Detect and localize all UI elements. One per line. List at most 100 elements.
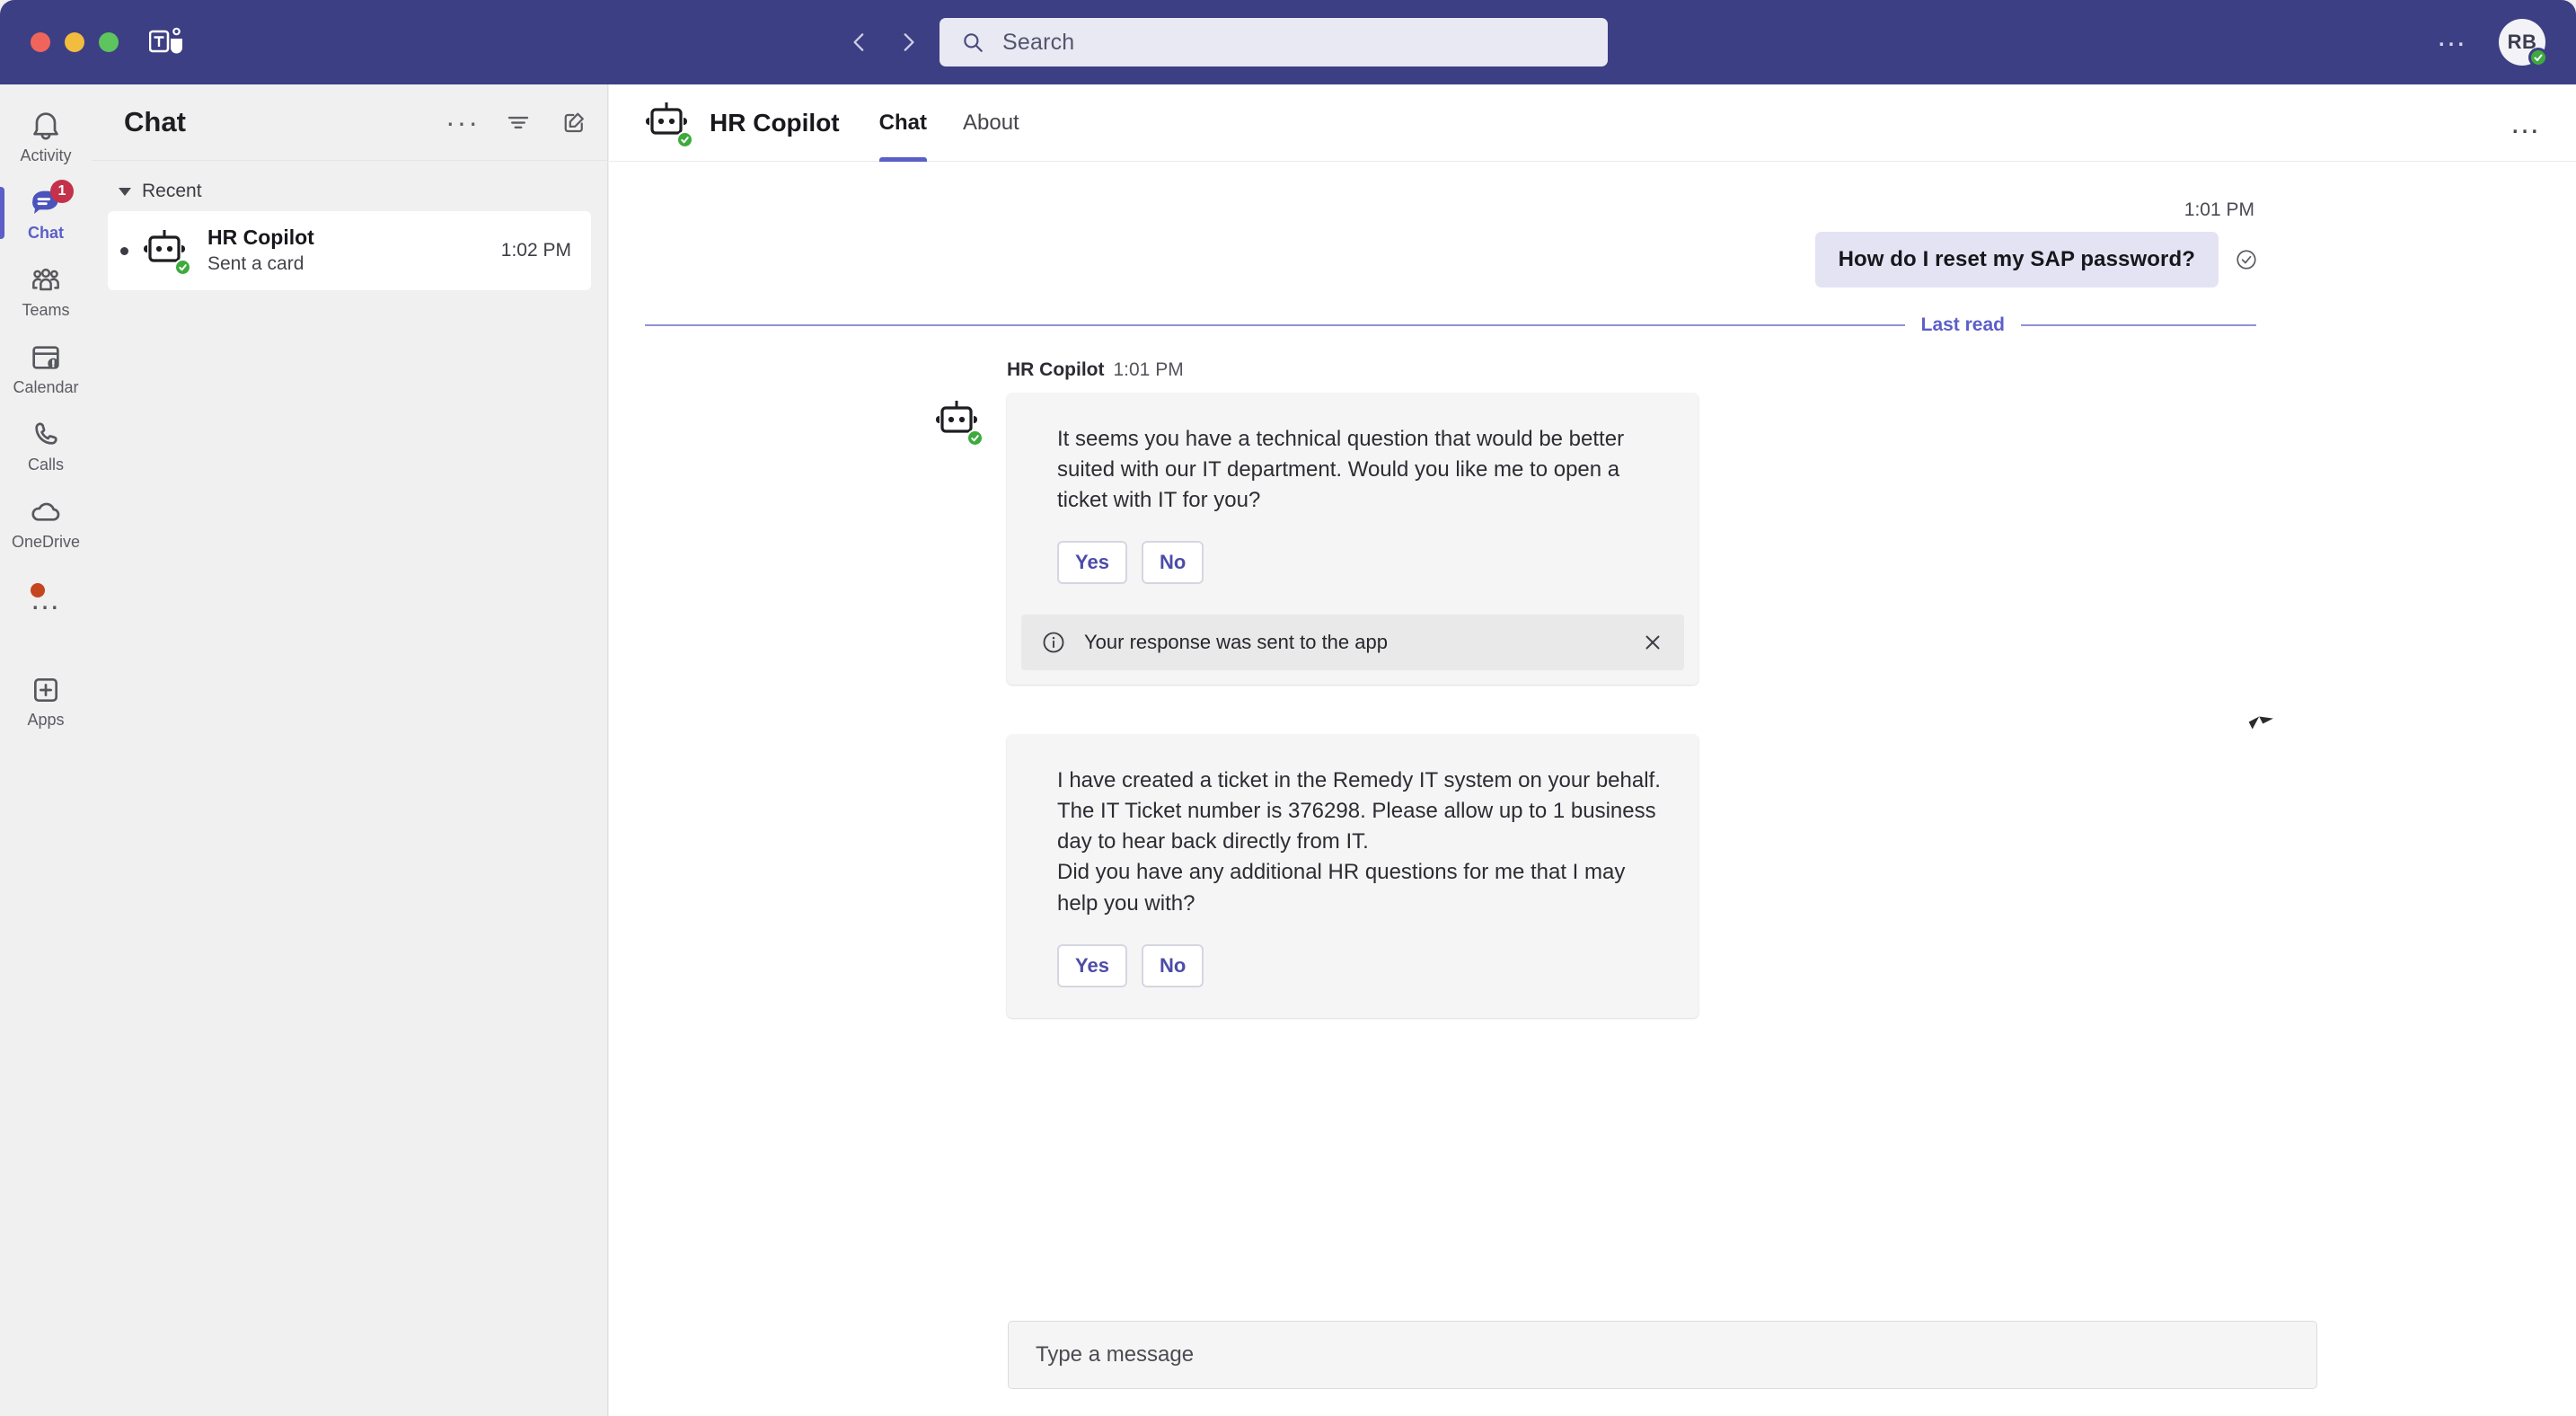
avatar	[641, 101, 693, 148]
forward-button[interactable]	[893, 27, 923, 58]
titlebar-right-group: … RB	[2436, 19, 2548, 67]
message-list: 1:01 PM How do I reset my SAP password? …	[609, 162, 2576, 1321]
search-placeholder: Search	[1002, 29, 1075, 55]
chat-list-panel: Chat ··· Recent HR Copilot Sent a card 1…	[92, 84, 608, 1416]
calendar-icon	[27, 340, 65, 376]
divider-line-right	[2021, 324, 2256, 326]
card-2-yes-button[interactable]: Yes	[1057, 943, 1127, 987]
microsoft-teams-logo-icon	[148, 26, 185, 58]
chat-item-name: HR Copilot	[207, 225, 314, 249]
compose-area: Type a message	[609, 1321, 2576, 1416]
close-window-button[interactable]	[31, 32, 50, 52]
message-input-placeholder: Type a message	[1036, 1342, 1195, 1367]
card-actions: Yes No	[1007, 919, 1698, 1018]
new-chat-compose-icon[interactable]	[560, 109, 587, 136]
conversation-more-options-button[interactable]: …	[2510, 108, 2542, 138]
rail-item-activity[interactable]: Activity	[0, 97, 92, 174]
navigation-arrows	[844, 27, 923, 58]
response-sent-notice: Your response was sent to the app	[1021, 615, 1684, 671]
chat-panel-actions: ···	[446, 108, 587, 137]
adaptive-card-it-ticket-offer: It seems you have a technical question t…	[1007, 394, 1698, 686]
rail-item-teams[interactable]: Teams	[0, 252, 92, 329]
rail-item-calls[interactable]: Calls	[0, 406, 92, 483]
chevron-down-icon	[119, 187, 131, 196]
recent-section-toggle[interactable]: Recent	[92, 161, 607, 211]
rail-item-onedrive[interactable]: OneDrive	[0, 483, 92, 561]
teams-window: Search … RB Activity 1 Chat Teams Calend…	[0, 0, 2576, 1416]
conversation-title: HR Copilot	[710, 108, 840, 137]
search-input[interactable]: Search	[940, 18, 1608, 66]
bot-avatar-slot	[645, 394, 1007, 447]
minimize-window-button[interactable]	[65, 32, 84, 52]
chat-item-preview: Sent a card	[207, 252, 304, 274]
rail-label-apps: Apps	[27, 711, 65, 729]
avatar	[931, 399, 984, 447]
rail-label-teams: Teams	[22, 301, 70, 319]
card-1-no-button[interactable]: No	[1141, 541, 1204, 585]
chat-list-item-hr-copilot[interactable]: HR Copilot Sent a card 1:02 PM	[108, 211, 591, 290]
outgoing-message-row: How do I reset my SAP password?	[1814, 232, 2258, 288]
filter-icon[interactable]	[505, 109, 532, 136]
settings-and-more-button[interactable]: …	[2436, 21, 2468, 53]
close-icon[interactable]	[1641, 631, 1664, 654]
window-controls	[0, 32, 119, 52]
conversation-header: HR Copilot Chat About …	[609, 84, 2576, 162]
card-body: I have created a ticket in the Remedy IT…	[1007, 758, 1698, 918]
chat-item-text: HR Copilot Sent a card	[207, 225, 501, 277]
unread-indicator	[120, 246, 128, 255]
presence-available-badge	[966, 429, 984, 447]
check-circle-icon	[2235, 248, 2258, 271]
rail-label-calls: Calls	[27, 456, 64, 473]
rail-item-chat[interactable]: 1 Chat	[0, 174, 92, 252]
notice-text: Your response was sent to the app	[1084, 631, 1388, 654]
chat-unread-badge: 1	[50, 180, 74, 203]
info-circle-icon	[1041, 630, 1066, 655]
rail-item-calendar[interactable]: Calendar	[0, 329, 92, 406]
card-body: It seems you have a technical question t…	[1007, 417, 1698, 516]
phone-icon	[27, 417, 65, 453]
adaptive-card-stack: It seems you have a technical question t…	[1007, 394, 1698, 1018]
conversation-area: HR Copilot Chat About … 1:01 PM How do I…	[609, 84, 2576, 1416]
bot-timestamp: 1:01 PM	[1113, 359, 1184, 380]
chat-bubble-icon: 1	[27, 180, 74, 221]
adaptive-card-ticket-created: I have created a ticket in the Remedy IT…	[1007, 735, 1698, 1018]
search-icon	[961, 31, 984, 54]
rail-item-apps[interactable]: Apps	[0, 661, 92, 739]
last-read-divider: Last read	[645, 314, 2540, 336]
plus-square-icon	[27, 672, 65, 708]
card-1-yes-button[interactable]: Yes	[1057, 541, 1127, 585]
app-rail: Activity 1 Chat Teams Calendar Calls One…	[0, 84, 92, 1416]
chat-panel-header: Chat ···	[92, 84, 607, 161]
outgoing-timestamp: 1:01 PM	[2183, 199, 2254, 220]
rail-item-more[interactable]: …	[0, 561, 92, 638]
card-paragraph: I have created a ticket in the Remedy IT…	[1057, 768, 1661, 854]
bot-message-meta: HR Copilot 1:01 PM	[1007, 359, 2540, 381]
avatar	[139, 228, 191, 276]
rail-label-activity: Activity	[20, 146, 72, 164]
outgoing-message-bubble: How do I reset my SAP password?	[1814, 232, 2219, 288]
rail-label-onedrive: OneDrive	[11, 533, 81, 551]
card-actions: Yes No	[1007, 516, 1698, 615]
title-bar: Search … RB	[0, 0, 2576, 84]
user-avatar[interactable]: RB	[2499, 19, 2548, 67]
card-2-no-button[interactable]: No	[1141, 943, 1204, 987]
card-paragraph: It seems you have a technical question t…	[1057, 427, 1625, 513]
bell-icon	[27, 108, 65, 144]
chat-item-timestamp: 1:02 PM	[500, 240, 571, 261]
tab-about[interactable]: About	[963, 84, 1019, 162]
chat-more-options-button[interactable]: ···	[446, 108, 478, 137]
cloud-icon	[27, 494, 65, 530]
message-input[interactable]: Type a message	[1008, 1321, 2317, 1389]
divider-line-left	[645, 324, 1905, 326]
rail-label-calendar: Calendar	[13, 378, 79, 396]
presence-available-badge	[2528, 48, 2548, 67]
bot-message-row: It seems you have a technical question t…	[645, 394, 2540, 1018]
bot-name: HR Copilot	[1007, 359, 1105, 380]
back-button[interactable]	[844, 27, 875, 58]
maximize-window-button[interactable]	[99, 32, 119, 52]
presence-available-badge	[174, 259, 191, 276]
more-notification-dot	[31, 583, 45, 597]
last-read-label: Last read	[1920, 314, 2005, 335]
tab-chat[interactable]: Chat	[878, 84, 928, 162]
card-paragraph: Did you have any additional HR questions…	[1057, 860, 1626, 916]
